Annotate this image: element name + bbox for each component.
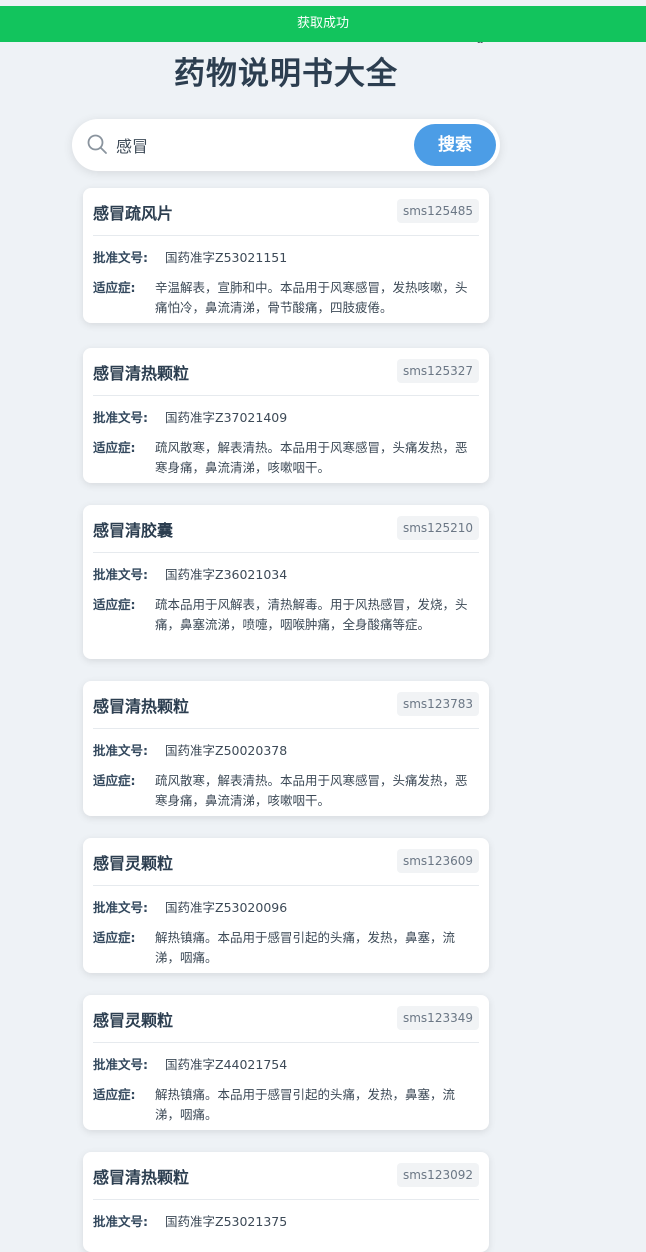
drug-name: 感冒疏风片 xyxy=(93,204,174,223)
drug-id-badge: sms123783 xyxy=(396,692,479,716)
indication-text: 解热镇痛。本品用于感冒引起的头痛，发热，鼻塞，流涕，咽痛。 xyxy=(155,1087,456,1122)
approval-row: 批准文号: 国药准字Z50020378 xyxy=(93,741,479,761)
indication-row: 适应症: 辛温解表，宣肺和中。本品用于风寒感冒，发热咳嗽，头痛怕冷，鼻流清涕，骨… xyxy=(93,278,479,318)
approval-label: 批准文号: xyxy=(93,410,148,425)
approval-number: 国药准字Z53020096 xyxy=(165,900,288,915)
indication-label: 适应症: xyxy=(93,1087,136,1102)
drug-id-badge: sms125327 xyxy=(396,359,479,383)
result-card[interactable]: 感冒清热颗粒 sms125327 批准文号: 国药准字Z37021409 适应症… xyxy=(83,348,489,483)
indication-text: 疏风散寒，解表清热。本品用于风寒感冒，头痛发热，恶寒身痛，鼻流清涕，咳嗽咽干。 xyxy=(155,773,468,808)
approval-row: 批准文号: 国药准字Z53021151 xyxy=(93,248,479,268)
approval-label: 批准文号: xyxy=(93,567,148,582)
drug-id-badge: sms125485 xyxy=(396,199,479,223)
approval-row: 批准文号: 国药准字Z53020096 xyxy=(93,898,479,918)
approval-number: 国药准字Z44021754 xyxy=(165,1057,288,1072)
card-header: 感冒清热颗粒 sms123783 xyxy=(93,681,479,729)
approval-label: 批准文号: xyxy=(93,900,148,915)
approval-number: 国药准字Z37021409 xyxy=(165,410,288,425)
result-card[interactable]: 感冒灵颗粒 sms123349 批准文号: 国药准字Z44021754 适应症:… xyxy=(83,995,489,1130)
approval-label: 批准文号: xyxy=(93,1214,148,1229)
approval-row: 批准文号: 国药准字Z36021034 xyxy=(93,565,479,585)
drug-name: 感冒灵颗粒 xyxy=(93,1011,174,1030)
indication-row: 适应症: 解热镇痛。本品用于感冒引起的头痛，发热，鼻塞，流涕，咽痛。 xyxy=(93,928,479,968)
result-card[interactable]: 感冒清热颗粒 sms123092 批准文号: 国药准字Z53021375 xyxy=(83,1152,489,1252)
approval-row: 批准文号: 国药准字Z53021375 xyxy=(93,1212,479,1232)
card-header: 感冒清胶囊 sms125210 xyxy=(93,505,479,553)
result-card[interactable]: 感冒疏风片 sms125485 批准文号: 国药准字Z53021151 适应症:… xyxy=(83,188,489,323)
result-card[interactable]: 感冒清热颗粒 sms123783 批准文号: 国药准字Z50020378 适应症… xyxy=(83,681,489,816)
drug-name: 感冒清胶囊 xyxy=(93,521,174,540)
approval-label: 批准文号: xyxy=(93,743,148,758)
toast-success: 获取成功 xyxy=(0,6,646,42)
approval-number: 国药准字Z53021375 xyxy=(165,1214,288,1229)
result-card[interactable]: 感冒灵颗粒 sms123609 批准文号: 国药准字Z53020096 适应症:… xyxy=(83,838,489,973)
indication-text: 疏风散寒，解表清热。本品用于风寒感冒，头痛发热，恶寒身痛，鼻流清涕，咳嗽咽干。 xyxy=(155,440,468,475)
result-card[interactable]: 感冒清胶囊 sms125210 批准文号: 国药准字Z36021034 适应症:… xyxy=(83,505,489,659)
drug-id-badge: sms123349 xyxy=(396,1006,479,1030)
drug-name: 感冒清热颗粒 xyxy=(93,697,190,716)
indication-text: 辛温解表，宣肺和中。本品用于风寒感冒，发热咳嗽，头痛怕冷，鼻流清涕，骨节酸痛，四… xyxy=(155,280,468,315)
indication-label: 适应症: xyxy=(93,930,136,945)
indication-row: 适应症: 疏本品用于风解表，清热解毒。用于风热感冒，发烧，头痛，鼻塞流涕，喷嚏，… xyxy=(93,595,479,635)
indication-row: 适应症: 疏风散寒，解表清热。本品用于风寒感冒，头痛发热，恶寒身痛，鼻流清涕，咳… xyxy=(93,771,479,811)
approval-number: 国药准字Z36021034 xyxy=(165,567,288,582)
drug-name: 感冒清热颗粒 xyxy=(93,1168,190,1187)
approval-row: 批准文号: 国药准字Z37021409 xyxy=(93,408,479,428)
search-bar: 搜索 xyxy=(72,119,500,171)
approval-label: 批准文号: xyxy=(93,250,148,265)
indication-label: 适应症: xyxy=(93,597,136,612)
indication-row: 适应症: 疏风散寒，解表清热。本品用于风寒感冒，头痛发热，恶寒身痛，鼻流清涕，咳… xyxy=(93,438,479,478)
card-header: 感冒疏风片 sms125485 xyxy=(93,188,479,236)
search-button[interactable]: 搜索 xyxy=(414,124,496,166)
approval-number: 国药准字Z53021151 xyxy=(165,250,288,265)
indication-row: 适应症: 解热镇痛。本品用于感冒引起的头痛，发热，鼻塞，流涕，咽痛。 xyxy=(93,1085,479,1125)
search-input[interactable] xyxy=(116,129,406,161)
card-header: 感冒清热颗粒 sms125327 xyxy=(93,348,479,396)
approval-number: 国药准字Z50020378 xyxy=(165,743,288,758)
page-title: 药物说明书大全 xyxy=(174,56,398,92)
card-header: 感冒灵颗粒 sms123609 xyxy=(93,838,479,886)
indication-label: 适应症: xyxy=(93,280,136,295)
drug-id-badge: sms125210 xyxy=(396,516,479,540)
drug-name: 感冒清热颗粒 xyxy=(93,364,190,383)
drug-id-badge: sms123092 xyxy=(396,1163,479,1187)
approval-row: 批准文号: 国药准字Z44021754 xyxy=(93,1055,479,1075)
search-icon xyxy=(87,134,107,154)
drug-name: 感冒灵颗粒 xyxy=(93,854,174,873)
indication-text: 解热镇痛。本品用于感冒引起的头痛，发热，鼻塞，流涕，咽痛。 xyxy=(155,930,456,965)
indication-label: 适应症: xyxy=(93,440,136,455)
drug-id-badge: sms123609 xyxy=(396,849,479,873)
card-header: 感冒灵颗粒 sms123349 xyxy=(93,995,479,1043)
indication-text: 疏本品用于风解表，清热解毒。用于风热感冒，发烧，头痛，鼻塞流涕，喷嚏，咽喉肿痛，… xyxy=(155,597,468,632)
card-header: 感冒清热颗粒 sms123092 xyxy=(93,1152,479,1200)
approval-label: 批准文号: xyxy=(93,1057,148,1072)
indication-label: 适应症: xyxy=(93,773,136,788)
